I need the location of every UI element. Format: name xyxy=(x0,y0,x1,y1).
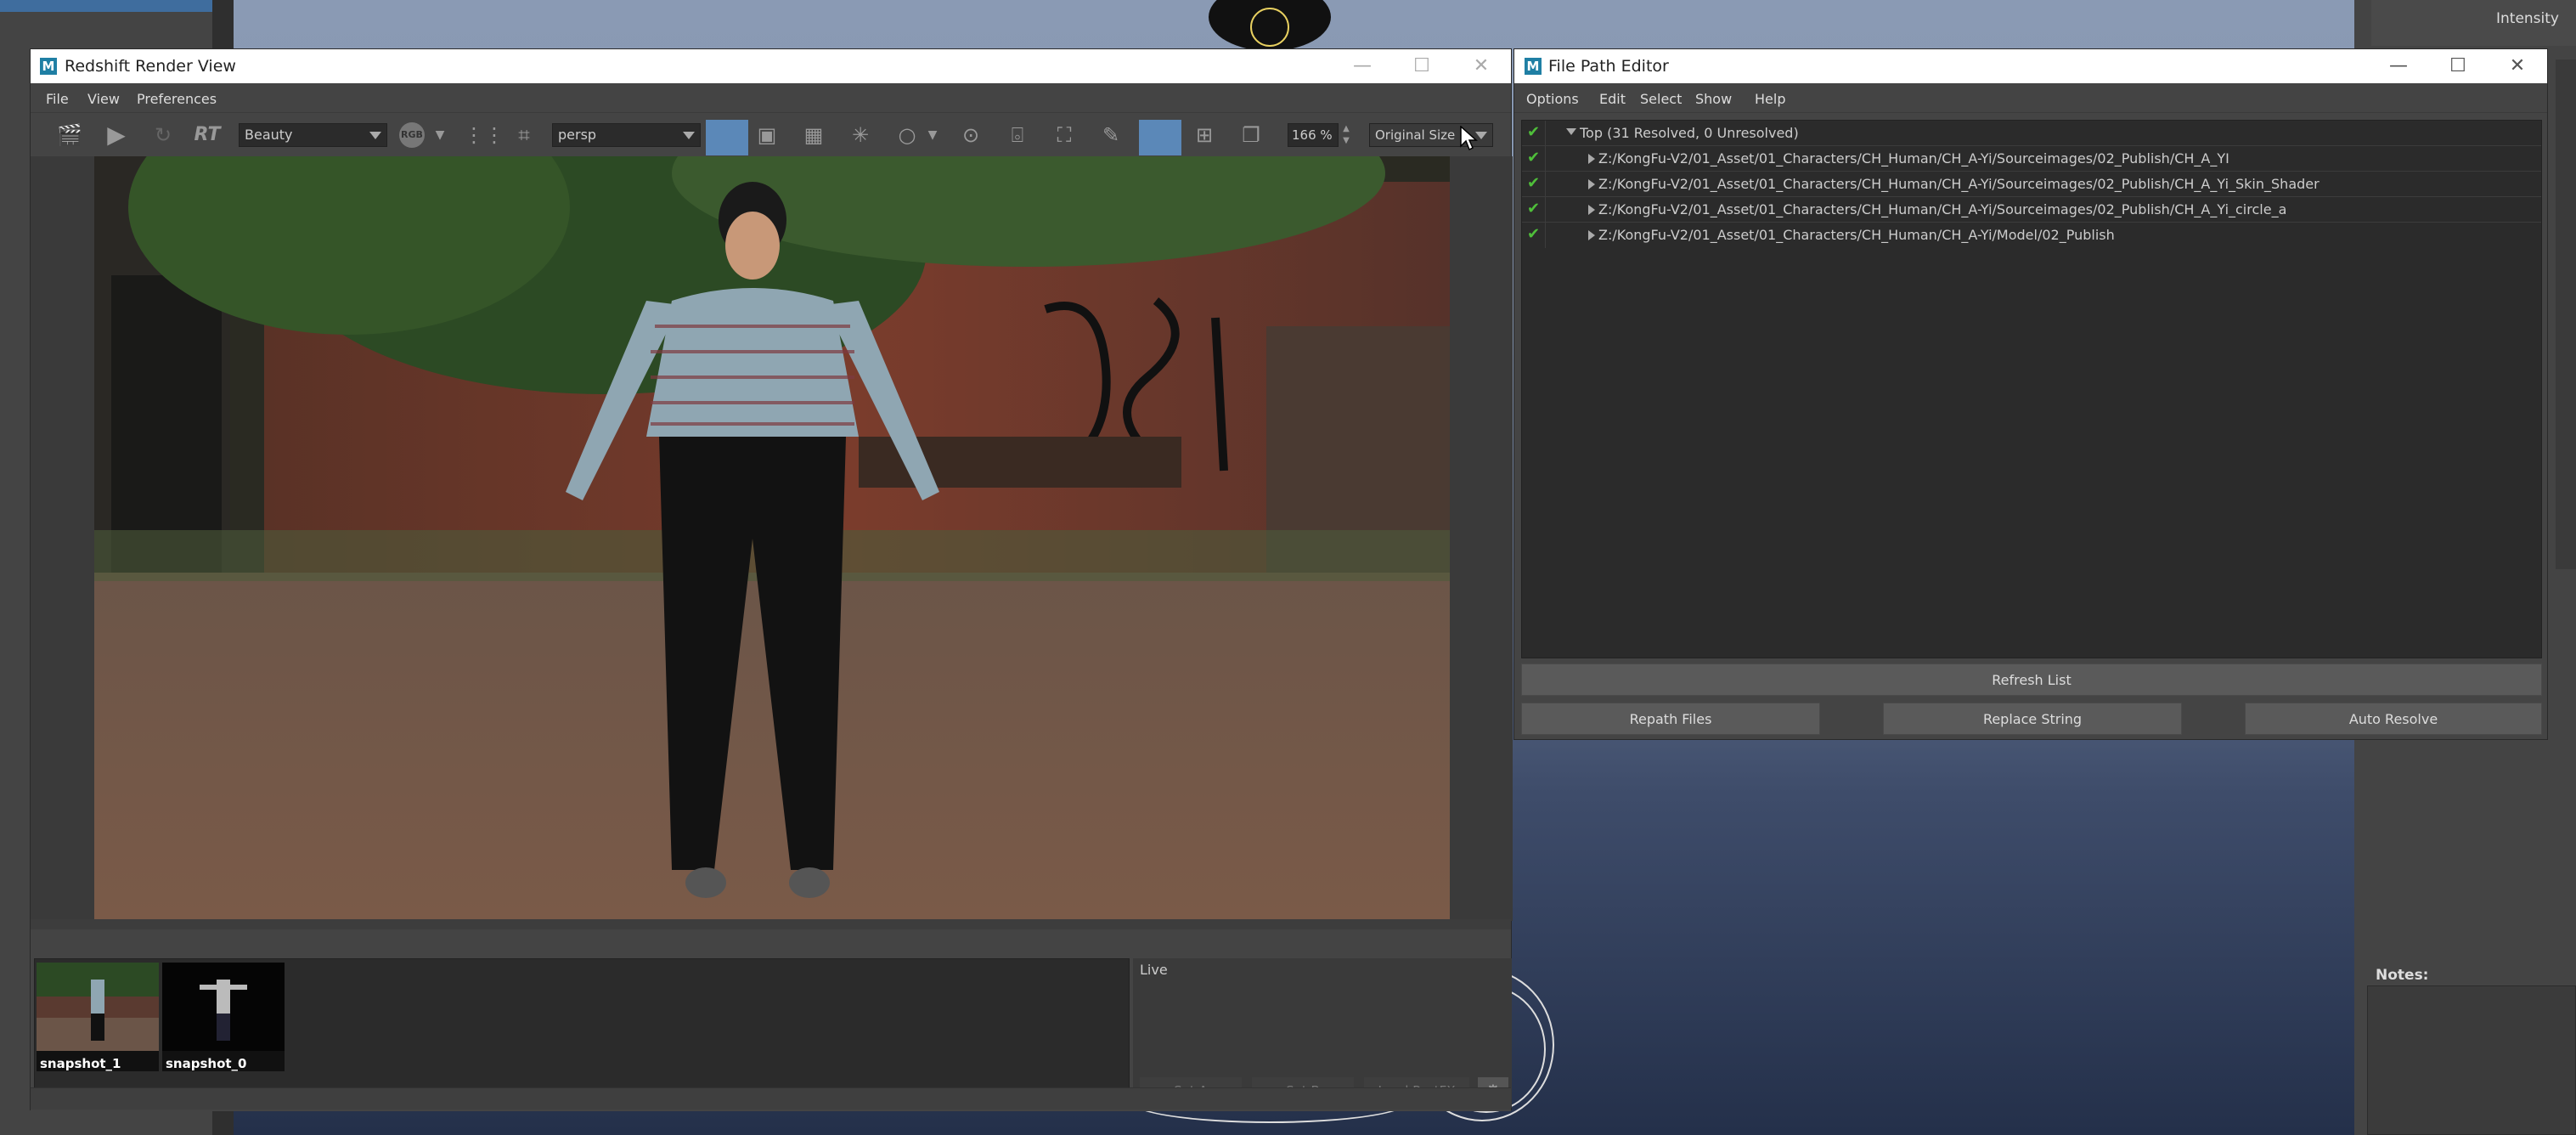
chevron-down-icon[interactable]: ▼ xyxy=(426,121,454,149)
selected-outliner-item[interactable] xyxy=(0,0,212,12)
tree-path: Z:/KongFu-V2/01_Asset/01_Characters/CH_H… xyxy=(1598,176,2320,192)
circle-icon[interactable]: ○ xyxy=(893,121,921,149)
intensity-label: Intensity xyxy=(2496,10,2559,27)
minimize-icon[interactable]: — xyxy=(2369,49,2428,83)
refresh-list-button[interactable]: Refresh List xyxy=(1521,663,2542,696)
window-title: Redshift Render View xyxy=(65,57,236,76)
menu-select[interactable]: Select xyxy=(1640,91,1682,107)
ruler-icon[interactable]: ✎ xyxy=(1097,121,1125,149)
snowflake-icon[interactable]: ✳ xyxy=(847,121,874,149)
character-hair-gizmo xyxy=(1206,0,1333,51)
live-postfx-panel: Live Set A Set B Load PostFX ⚙ xyxy=(1133,958,1512,1108)
resolved-check-icon: ✔ xyxy=(1522,121,1546,146)
menu-help[interactable]: Help xyxy=(1755,91,1785,107)
grid-icon[interactable]: ⋮⋮ xyxy=(464,121,504,149)
snapshot-thumbnail[interactable]: snapshot_0 xyxy=(162,963,285,1071)
maya-logo-icon: M xyxy=(1525,58,1542,75)
tree-root-label: Top (31 Resolved, 0 Unresolved) xyxy=(1580,125,1799,141)
live-label: Live xyxy=(1140,962,1168,978)
file-path-editor-titlebar[interactable]: M File Path Editor — ☐ ✕ xyxy=(1514,49,2547,83)
expand-closed-icon[interactable] xyxy=(1588,205,1595,215)
tree-root-row[interactable]: ✔ Top (31 Resolved, 0 Unresolved) xyxy=(1522,121,2541,146)
resolved-check-icon: ✔ xyxy=(1522,172,1546,197)
tree-row[interactable]: ✔ Z:/KongFu-V2/01_Asset/01_Characters/CH… xyxy=(1522,223,2541,248)
close-icon[interactable]: ✕ xyxy=(2488,49,2547,83)
aov-select[interactable]: Beauty xyxy=(239,123,387,147)
menu-show[interactable]: Show xyxy=(1695,91,1732,107)
tree-path: Z:/KongFu-V2/01_Asset/01_Characters/CH_H… xyxy=(1598,150,2229,167)
tree-row[interactable]: ✔ Z:/KongFu-V2/01_Asset/01_Characters/CH… xyxy=(1522,197,2541,223)
zoom-value: 166 % xyxy=(1292,127,1333,143)
panel-splitter[interactable] xyxy=(31,919,1511,929)
render-view-titlebar[interactable]: M Redshift Render View — ☐ ✕ xyxy=(31,49,1511,83)
crop-icon[interactable]: ⌗ xyxy=(510,121,538,149)
tree-row[interactable]: ✔ Z:/KongFu-V2/01_Asset/01_Characters/CH… xyxy=(1522,146,2541,172)
menu-file[interactable]: File xyxy=(46,91,69,107)
minimize-icon[interactable]: — xyxy=(1333,49,1392,83)
focus-icon[interactable]: ⌻ xyxy=(1004,121,1031,149)
window-title: File Path Editor xyxy=(1548,57,1669,76)
snapshot-image xyxy=(37,963,159,1051)
size-select-value: Original Size xyxy=(1375,127,1456,143)
rgb-channel-button[interactable]: RGB xyxy=(399,122,425,148)
overlay-button-active[interactable] xyxy=(1139,120,1181,155)
camera-select[interactable]: persp xyxy=(552,123,701,147)
resolved-check-icon: ✔ xyxy=(1522,223,1546,248)
snapshot-gallery: snapshot_1 snapshot_0 xyxy=(34,958,1130,1108)
play-render-icon[interactable]: ▶ xyxy=(103,121,130,149)
clapperboard-icon[interactable]: 🎬 xyxy=(56,121,83,149)
copy-icon[interactable]: ❐ xyxy=(1237,121,1265,149)
rt-button[interactable]: RT xyxy=(194,121,221,149)
aov-select-value: Beauty xyxy=(245,127,293,143)
close-icon[interactable]: ✕ xyxy=(1451,49,1511,83)
attribute-scroll-strip[interactable] xyxy=(2556,59,2576,569)
file-tree: ✔ Top (31 Resolved, 0 Unresolved) ✔ Z:/K… xyxy=(1521,120,2542,658)
expand-closed-icon[interactable] xyxy=(1588,230,1595,240)
snapshot-label: snapshot_1 xyxy=(40,1056,121,1071)
maximize-icon[interactable]: ☐ xyxy=(1392,49,1451,83)
video-camera-icon[interactable]: ▣ xyxy=(753,121,781,149)
attribute-header: Intensity xyxy=(2371,0,2576,46)
maya-logo-icon: M xyxy=(40,58,57,75)
camera-lock-button-active[interactable] xyxy=(706,120,748,155)
resolved-check-icon: ✔ xyxy=(1522,146,1546,172)
render-view-menubar: File View Preferences xyxy=(31,83,1511,113)
resolved-check-icon: ✔ xyxy=(1522,197,1546,223)
chevron-down-icon-2[interactable]: ▼ xyxy=(919,121,946,149)
snapshot-label: snapshot_0 xyxy=(166,1056,247,1071)
repath-files-button[interactable]: Repath Files xyxy=(1521,703,1820,735)
snapshot-image xyxy=(162,963,285,1051)
menu-edit[interactable]: Edit xyxy=(1599,91,1626,107)
notes-field[interactable] xyxy=(2367,985,2576,1135)
add-snapshot-icon[interactable]: ⊞ xyxy=(1191,121,1218,149)
target-icon[interactable]: ⊙ xyxy=(957,121,984,149)
render-view-window: M Redshift Render View — ☐ ✕ File View P… xyxy=(30,48,1513,1111)
status-bar xyxy=(31,1087,1511,1110)
menu-options[interactable]: Options xyxy=(1526,91,1579,107)
maximize-icon[interactable]: ☐ xyxy=(2428,49,2488,83)
render-image xyxy=(94,156,1450,919)
snapshot-thumbnail[interactable]: snapshot_1 xyxy=(37,963,159,1071)
replace-string-button[interactable]: Replace String xyxy=(1883,703,2182,735)
snapshot-panel: snapshot_1 snapshot_0 Live Set A Set B L… xyxy=(31,929,1512,1111)
mouse-cursor-icon xyxy=(1460,125,1479,155)
refresh-icon[interactable]: ↻ xyxy=(149,121,177,149)
camera-select-value: persp xyxy=(558,127,597,143)
expand-closed-icon[interactable] xyxy=(1588,154,1595,164)
fit-icon[interactable]: ⛶ xyxy=(1051,121,1078,149)
menu-preferences[interactable]: Preferences xyxy=(137,91,217,107)
tiles-icon[interactable]: ▦ xyxy=(800,121,827,149)
file-path-editor-menubar: Options Edit Select Show Help xyxy=(1514,83,2547,113)
tree-path: Z:/KongFu-V2/01_Asset/01_Characters/CH_H… xyxy=(1598,201,2287,217)
expand-open-icon[interactable] xyxy=(1566,128,1576,135)
expand-closed-icon[interactable] xyxy=(1588,179,1595,189)
zoom-stepper-icon[interactable]: ▲ ▼ xyxy=(1339,123,1354,150)
auto-resolve-button[interactable]: Auto Resolve xyxy=(2245,703,2542,735)
file-path-editor-window: M File Path Editor — ☐ ✕ Options Edit Se… xyxy=(1513,48,2548,740)
menu-view[interactable]: View xyxy=(87,91,120,107)
zoom-field[interactable]: 166 % xyxy=(1288,123,1339,147)
render-toolbar: 🎬 ▶ ↻ RT Beauty RGB ▼ ⋮⋮ ⌗ persp ▣ ▦ ✳ ○… xyxy=(31,113,1511,155)
tree-path: Z:/KongFu-V2/01_Asset/01_Characters/CH_H… xyxy=(1598,227,2115,243)
tree-row[interactable]: ✔ Z:/KongFu-V2/01_Asset/01_Characters/CH… xyxy=(1522,172,2541,197)
